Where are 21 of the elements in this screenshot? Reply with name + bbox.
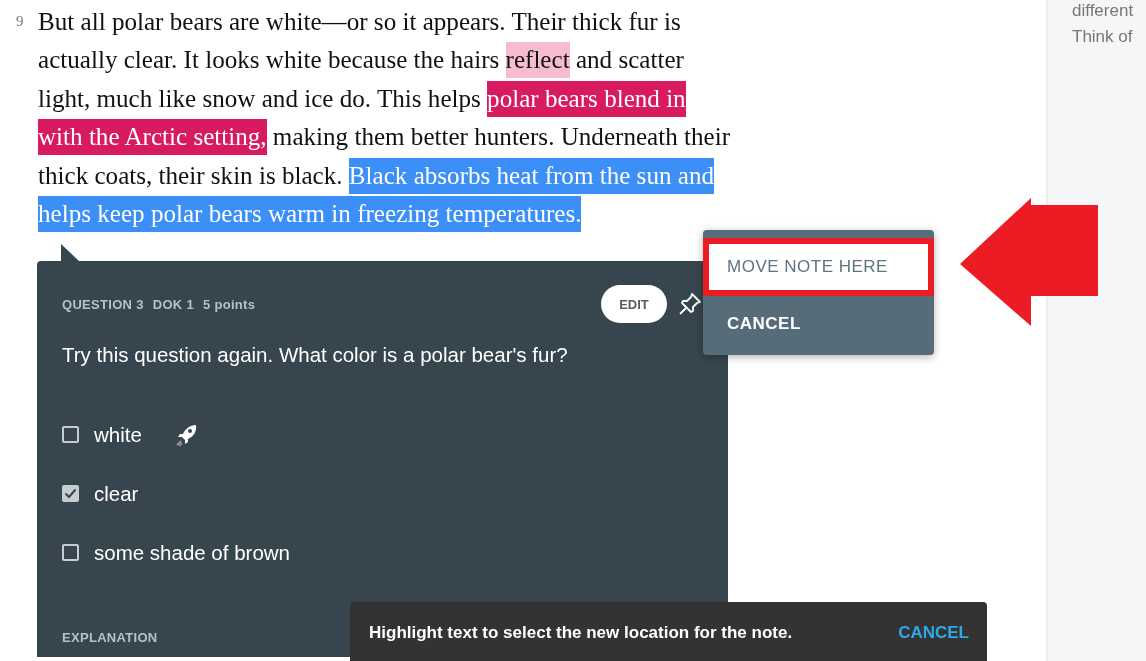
menu-item[interactable]: MOVE NOTE HERE: [703, 238, 934, 296]
question-meta: QUESTION 3: [62, 296, 144, 312]
option-label: clear: [94, 481, 139, 506]
question-meta: 5 points: [203, 296, 256, 312]
section-heading: EXPLANATION: [62, 630, 158, 646]
edit-button[interactable]: EDIT: [601, 285, 667, 324]
checkbox[interactable]: [62, 544, 79, 562]
question-meta: DOK 1: [152, 296, 194, 312]
menu-item[interactable]: CANCEL: [703, 298, 934, 350]
checkbox[interactable]: [62, 426, 79, 444]
arrow-icon: [958, 198, 1100, 328]
question-text: Try this question again. What color is a polar bear's fur?: [62, 343, 569, 368]
checkbox[interactable]: [62, 485, 79, 503]
passage-paragraph: But all polar bears are white—or so it appears. Their thick fur is actually clear. It looks white because the hairs reflect and scatter light, much like snow and ice do. This helps polar bears blend in with the Arctic setting, making them better hunters. Underneath their thick coats, their skin is black. Black absorbs heat from the sun and helps keep polar bears warm in freezing temperatures.: [38, 3, 730, 234]
note-text: Think of: [1072, 26, 1134, 48]
option-label: some shade of brown: [94, 540, 290, 565]
line-number: 9: [15, 12, 25, 31]
note-text: different: [1072, 0, 1135, 22]
toast-message: Highlight text to select the new location for the note.: [369, 623, 793, 643]
cancel-link[interactable]: CANCEL: [898, 623, 969, 643]
option-label: white: [94, 422, 142, 447]
